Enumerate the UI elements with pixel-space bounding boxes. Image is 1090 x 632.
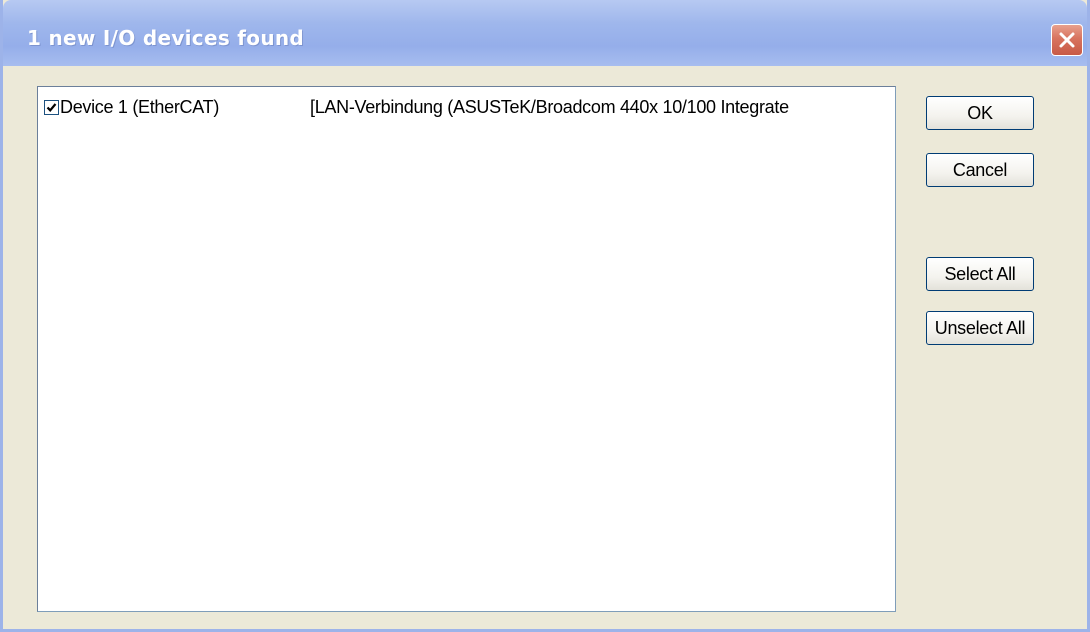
close-icon — [1059, 32, 1075, 48]
ok-button[interactable]: OK — [926, 96, 1034, 130]
dialog-title: 1 new I/O devices found — [27, 26, 305, 50]
select-all-button[interactable]: Select All — [926, 257, 1034, 291]
close-button[interactable] — [1051, 24, 1083, 56]
device-name: Device 1 (EtherCAT) — [60, 96, 220, 117]
title-bar[interactable]: 1 new I/O devices found — [3, 0, 1087, 66]
dialog-window: 1 new I/O devices found Device 1 (EtherC… — [0, 0, 1090, 632]
list-item[interactable]: Device 1 (EtherCAT) [LAN-Verbindung (ASU… — [44, 95, 910, 119]
checkmark-icon — [46, 102, 57, 112]
cancel-button[interactable]: Cancel — [926, 153, 1034, 187]
device-adapter: [LAN-Verbindung (ASUSTeK/Broadcom 440x 1… — [310, 96, 789, 117]
device-list[interactable]: Device 1 (EtherCAT) [LAN-Verbindung (ASU… — [37, 86, 896, 612]
device-checkbox[interactable] — [44, 99, 59, 115]
unselect-all-button[interactable]: Unselect All — [926, 311, 1034, 345]
